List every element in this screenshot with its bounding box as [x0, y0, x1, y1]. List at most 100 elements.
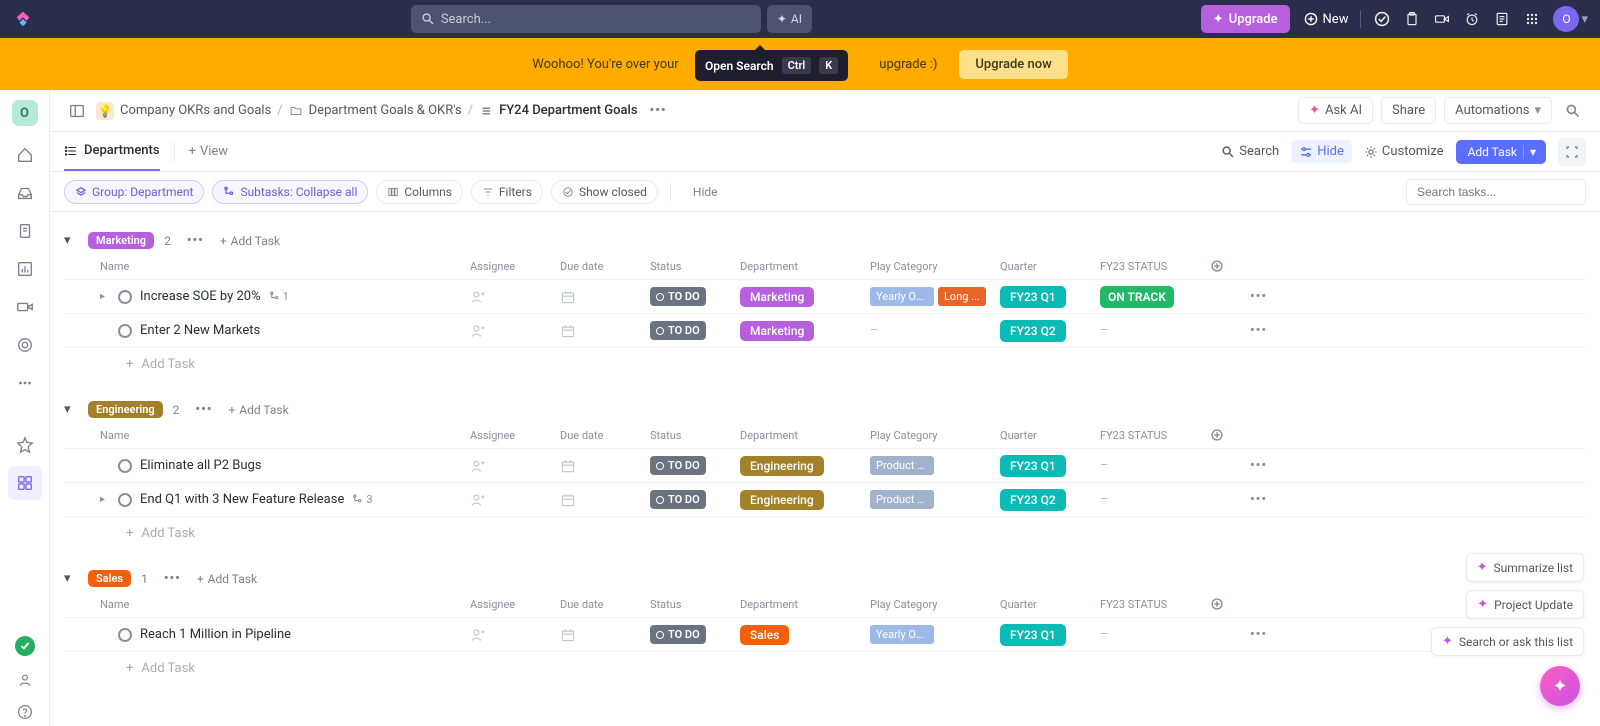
sidebar-docs[interactable] — [8, 214, 42, 248]
add-task-row[interactable]: + Add Task — [64, 347, 1586, 381]
assignee-cell[interactable] — [470, 492, 560, 508]
status-pill[interactable]: TO DO — [650, 287, 706, 306]
col-quarter[interactable]: Quarter — [1000, 598, 1100, 611]
sidebar-dashboards[interactable] — [8, 252, 42, 286]
department-pill[interactable]: Engineering — [740, 490, 824, 510]
task-expand-toggle[interactable]: ▸ — [100, 494, 110, 505]
group-chip[interactable]: Group: Department — [64, 180, 204, 204]
col-fy23[interactable]: FY23 STATUS — [1100, 260, 1210, 273]
global-search[interactable]: Search... — [411, 5, 761, 33]
due-date-cell[interactable] — [560, 289, 650, 305]
quarter-pill[interactable]: FY23 Q1 — [1000, 624, 1066, 646]
sidebar-clips[interactable] — [8, 290, 42, 324]
task-row[interactable]: Enter 2 New Markets TO DO Marketing – FY… — [64, 313, 1586, 347]
add-task-row[interactable]: + Add Task — [64, 516, 1586, 550]
department-pill[interactable]: Engineering — [740, 456, 824, 476]
list-more-menu[interactable]: ••• — [644, 103, 673, 118]
col-department[interactable]: Department — [740, 429, 870, 442]
filters-chip[interactable]: Filters — [471, 180, 543, 204]
hide-toggle[interactable]: Hide — [1291, 140, 1352, 163]
col-name[interactable]: Name — [100, 260, 470, 273]
add-view-button[interactable]: + View — [189, 144, 229, 159]
quarter-pill[interactable]: FY23 Q2 — [1000, 489, 1066, 511]
status-pill[interactable]: TO DO — [650, 456, 706, 475]
col-play[interactable]: Play Category — [870, 598, 1000, 611]
task-more-menu[interactable]: ••• — [1250, 323, 1290, 338]
task-status-dot[interactable] — [118, 459, 132, 473]
group-add-task[interactable]: + Add Task — [228, 403, 288, 417]
play-category-pill[interactable]: Yearly OKR Sets — [870, 625, 934, 644]
task-name-text[interactable]: Reach 1 Million in Pipeline — [140, 627, 291, 642]
col-name[interactable]: Name — [100, 598, 470, 611]
group-label[interactable]: Sales — [88, 570, 131, 587]
task-more-menu[interactable]: ••• — [1250, 492, 1290, 507]
breadcrumb-space[interactable]: Company OKRs and Goals — [120, 103, 271, 118]
columns-chip[interactable]: Columns — [376, 180, 463, 204]
play-category-pill[interactable]: Yearly OK... — [870, 287, 934, 306]
subtasks-chip[interactable]: Subtasks: Collapse all — [212, 180, 368, 204]
task-name-text[interactable]: End Q1 with 3 New Feature Release — [140, 492, 344, 507]
subtask-count[interactable]: 1 — [269, 290, 289, 303]
expand-view-button[interactable] — [1558, 138, 1586, 166]
col-assignee[interactable]: Assignee — [470, 429, 560, 442]
ai-button[interactable]: ✦ AI — [767, 5, 812, 33]
col-department[interactable]: Department — [740, 260, 870, 273]
group-more-menu[interactable]: ••• — [181, 233, 210, 248]
col-quarter[interactable]: Quarter — [1000, 260, 1100, 273]
task-status-dot[interactable] — [118, 493, 132, 507]
task-expand-toggle[interactable]: ▸ — [100, 291, 110, 302]
show-closed-chip[interactable]: Show closed — [551, 180, 658, 204]
ai-fab-button[interactable]: ✦ — [1540, 666, 1580, 706]
play-category-pill[interactable]: Long ... — [938, 287, 986, 306]
add-column-button[interactable] — [1210, 428, 1250, 442]
task-more-menu[interactable]: ••• — [1250, 289, 1290, 304]
project-update-button[interactable]: ✦Project Update — [1466, 590, 1584, 619]
department-pill[interactable]: Sales — [740, 625, 789, 645]
col-play[interactable]: Play Category — [870, 429, 1000, 442]
chevron-down-icon[interactable]: ▾ — [1523, 145, 1536, 159]
col-status[interactable]: Status — [650, 260, 740, 273]
task-name-text[interactable]: Enter 2 New Markets — [140, 323, 260, 338]
add-task-button[interactable]: Add Task▾ — [1456, 140, 1546, 164]
chevron-down-icon[interactable]: ▾ — [1581, 12, 1588, 27]
quarter-pill[interactable]: FY23 Q2 — [1000, 320, 1066, 342]
task-more-menu[interactable]: ••• — [1250, 458, 1290, 473]
task-name-text[interactable]: Increase SOE by 20% — [140, 289, 261, 304]
group-label[interactable]: Engineering — [88, 401, 163, 418]
video-icon[interactable] — [1433, 10, 1451, 28]
due-date-cell[interactable] — [560, 458, 650, 474]
group-collapse-toggle[interactable]: ▾ — [64, 402, 78, 417]
play-category-pill[interactable]: Product Vision and ... — [870, 456, 934, 475]
add-column-button[interactable] — [1210, 597, 1250, 611]
clock-icon[interactable] — [1463, 10, 1481, 28]
sidebar-help[interactable] — [11, 698, 39, 726]
upgrade-now-button[interactable]: Upgrade now — [959, 50, 1067, 79]
task-more-menu[interactable]: ••• — [1250, 627, 1290, 642]
col-due[interactable]: Due date — [560, 598, 650, 611]
col-assignee[interactable]: Assignee — [470, 598, 560, 611]
summarize-list-button[interactable]: ✦Summarize list — [1466, 553, 1584, 582]
play-category-pill[interactable]: Product Vision and ... — [870, 490, 934, 509]
col-fy23[interactable]: FY23 STATUS — [1100, 598, 1210, 611]
apps-grid-icon[interactable] — [1523, 10, 1541, 28]
task-row[interactable]: ▸ End Q1 with 3 New Feature Release 3 TO… — [64, 482, 1586, 516]
sidebar-spaces[interactable] — [8, 466, 42, 500]
assignee-cell[interactable] — [470, 458, 560, 474]
breadcrumb-list[interactable]: FY24 Department Goals — [499, 103, 637, 118]
sidebar-toggle[interactable] — [64, 98, 90, 124]
sidebar-favorites[interactable] — [8, 428, 42, 462]
header-search-button[interactable] — [1560, 98, 1586, 124]
department-pill[interactable]: Marketing — [740, 287, 814, 307]
col-fy23[interactable]: FY23 STATUS — [1100, 429, 1210, 442]
task-status-dot[interactable] — [118, 324, 132, 338]
status-pill[interactable]: TO DO — [650, 321, 706, 340]
sidebar-inbox[interactable] — [8, 176, 42, 210]
search-tasks-input[interactable] — [1406, 179, 1586, 205]
group-label[interactable]: Marketing — [88, 232, 154, 249]
sidebar-invite[interactable] — [11, 666, 39, 694]
search-ask-list-button[interactable]: ✦Search or ask this list — [1431, 627, 1584, 656]
subtask-count[interactable]: 3 — [352, 493, 372, 506]
quarter-pill[interactable]: FY23 Q1 — [1000, 455, 1066, 477]
task-status-dot[interactable] — [118, 628, 132, 642]
assignee-cell[interactable] — [470, 289, 560, 305]
